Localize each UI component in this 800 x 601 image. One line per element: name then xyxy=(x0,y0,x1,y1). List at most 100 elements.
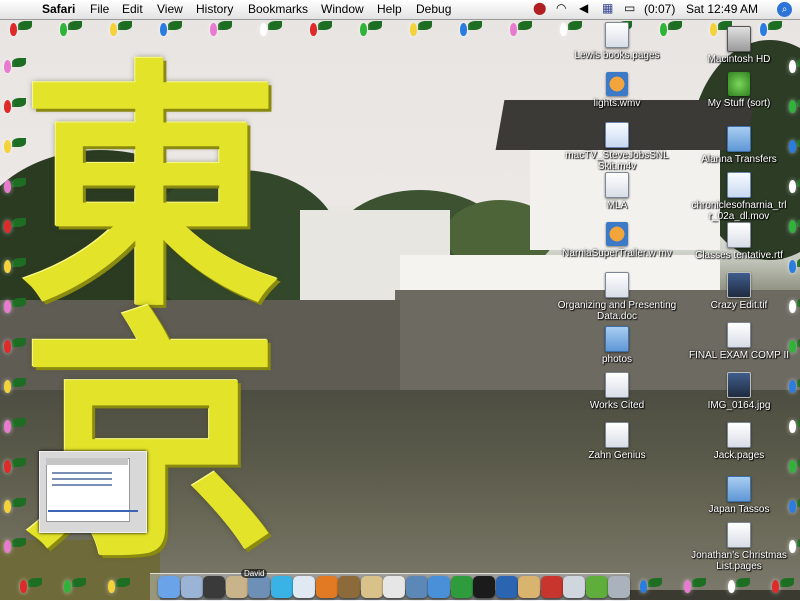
wmv-movie-icon xyxy=(606,222,628,246)
holly-leaf xyxy=(12,258,26,267)
hat-icon[interactable] xyxy=(540,576,563,598)
menu-help[interactable]: Help xyxy=(377,2,402,16)
light-bulb xyxy=(20,580,27,593)
ical-icon[interactable] xyxy=(383,576,405,598)
holly-leaf xyxy=(12,498,26,507)
us-flag-icon[interactable]: ▦ xyxy=(602,1,613,15)
desktop-icon-photos[interactable]: photos xyxy=(557,322,677,365)
light-bulb xyxy=(210,23,217,36)
iphoto-icon[interactable] xyxy=(405,576,428,598)
menu-file[interactable]: File xyxy=(90,2,109,16)
desktop-icon-macintosh-hd[interactable]: Macintosh HD xyxy=(679,22,799,65)
holly-leaf xyxy=(12,458,26,467)
menu-bar: Safari File Edit View History Bookmarks … xyxy=(0,0,800,20)
address-book-icon[interactable] xyxy=(225,576,248,598)
desktop-icon-jack-pages[interactable]: Jack.pages xyxy=(679,422,799,461)
mail-icon[interactable] xyxy=(180,576,203,598)
holly-leaf xyxy=(68,21,82,30)
pen-icon[interactable] xyxy=(338,576,360,598)
network-icon[interactable] xyxy=(585,576,608,598)
home-icon[interactable] xyxy=(518,576,540,598)
holly-leaf xyxy=(12,418,26,427)
desktop-icon-alanna-transfers[interactable]: Alanna Transfers xyxy=(679,122,799,165)
word-doc-icon xyxy=(605,272,629,298)
trash-icon[interactable] xyxy=(608,576,630,598)
printer-icon[interactable] xyxy=(563,576,585,598)
menu-history[interactable]: History xyxy=(196,2,233,16)
desktop-icon-organizing-doc[interactable]: Organizing and Presenting Data.doc xyxy=(557,272,677,322)
menu-debug[interactable]: Debug xyxy=(416,2,451,16)
volume-icon[interactable]: ◀ xyxy=(579,1,588,15)
finder-icon[interactable] xyxy=(158,576,180,598)
desktop-icon-my-stuff[interactable]: My Stuff (sort) xyxy=(679,72,799,109)
desktop-icon-label: FINAL EXAM COMP II xyxy=(688,350,790,361)
wifi-icon[interactable]: ◠ xyxy=(556,1,566,15)
desktop-icon-crazy-edit[interactable]: Crazy Edit.tif xyxy=(679,272,799,311)
itunes-icon[interactable] xyxy=(293,576,315,598)
desktop-icon-label: IMG_0164.jpg xyxy=(707,400,771,411)
menu-bookmarks[interactable]: Bookmarks xyxy=(248,2,308,16)
preview-icon[interactable] xyxy=(360,576,383,598)
thumbnail-text-line xyxy=(52,472,112,474)
desktop-icon-works-cited[interactable]: Works Cited xyxy=(557,372,677,411)
holly-leaf xyxy=(168,21,182,30)
light-bulb xyxy=(4,180,11,193)
rtf-doc-icon xyxy=(727,222,751,248)
desktop-icon-mactv-m4v[interactable]: macTV_SteveJobsSNL Skit.m4v xyxy=(557,122,677,172)
holly-leaf xyxy=(12,138,26,147)
skype-icon[interactable] xyxy=(270,576,293,598)
desktop-icon-label: Jack.pages xyxy=(713,450,765,461)
dashboard-icon[interactable] xyxy=(203,576,225,598)
menu-view[interactable]: View xyxy=(157,2,183,16)
window-thumbnail[interactable] xyxy=(39,451,147,533)
app-menu-safari[interactable]: Safari xyxy=(42,2,75,16)
terminal-icon[interactable] xyxy=(473,576,495,598)
light-bulb xyxy=(4,140,11,153)
warning-icon[interactable]: ⬤ xyxy=(533,1,546,15)
menu-window[interactable]: Window xyxy=(321,2,364,16)
thumbnail-status-bar xyxy=(48,510,138,512)
desktop-icon-narnia-wmv[interactable]: NarniaSuperTrailer.w mv xyxy=(557,222,677,259)
holly-leaf xyxy=(318,21,332,30)
holly-leaf xyxy=(116,578,130,587)
battery-time[interactable]: (0:07) xyxy=(644,2,675,16)
desktop-icon-img-0164[interactable]: IMG_0164.jpg xyxy=(679,372,799,411)
desktop-icon-final-exam[interactable]: FINAL EXAM COMP II xyxy=(679,322,799,361)
desktop-icon-christmas-list[interactable]: Jonathan's Christmas List.pages xyxy=(679,522,799,572)
battery-icon[interactable]: ▭ xyxy=(624,1,635,15)
desktop-icon-lights-wmv[interactable]: lights.wmv xyxy=(557,72,677,109)
desktop-icon-label: Works Cited xyxy=(589,400,645,411)
tif-image-icon xyxy=(727,272,751,298)
holly-leaf xyxy=(18,21,32,30)
messenger-icon[interactable] xyxy=(450,576,473,598)
holly-leaf xyxy=(418,21,432,30)
holly-leaf xyxy=(368,21,382,30)
desktop-icon-label: Macintosh HD xyxy=(707,54,771,65)
menu-edit[interactable]: Edit xyxy=(122,2,143,16)
desktop-icon-lewis-books[interactable]: Lewis books.pages xyxy=(557,22,677,61)
firefox-icon[interactable] xyxy=(315,576,338,598)
desktop-icon-mla[interactable]: MLA xyxy=(557,172,677,211)
desktop-icon-zahn-genius[interactable]: Zahn Genius xyxy=(557,422,677,461)
holly-leaf xyxy=(12,218,26,227)
menu-clock[interactable]: Sat 12:49 AM xyxy=(686,2,758,16)
holly-leaf xyxy=(780,578,794,587)
desktop-icon-label: Classes tentative.rtf xyxy=(695,250,783,261)
desktop-icon-label: Zahn Genius xyxy=(588,450,646,461)
desktop-icon-japan-tassos[interactable]: Japan Tassos xyxy=(679,472,799,515)
holly-leaf xyxy=(12,538,26,547)
thumbnail-text-line xyxy=(52,484,112,486)
light-bulb xyxy=(310,23,317,36)
folder-green-icon xyxy=(728,72,750,96)
desktop-icon-narnia-mov[interactable]: chroniclesofnarnia_trl r_02a_dl.mov xyxy=(679,172,799,222)
safari-icon[interactable] xyxy=(428,576,450,598)
photo-icon[interactable] xyxy=(248,576,270,598)
globe-icon[interactable] xyxy=(495,576,518,598)
spotlight-icon[interactable]: ⌕ xyxy=(777,2,792,17)
desktop-icon-classes-rtf[interactable]: Classes tentative.rtf xyxy=(679,222,799,261)
holly-leaf xyxy=(736,578,750,587)
light-bulb xyxy=(110,23,117,36)
holly-leaf xyxy=(218,21,232,30)
desktop-icon-label: macTV_SteveJobsSNL Skit.m4v xyxy=(565,150,669,172)
pages-doc-icon xyxy=(605,372,629,398)
